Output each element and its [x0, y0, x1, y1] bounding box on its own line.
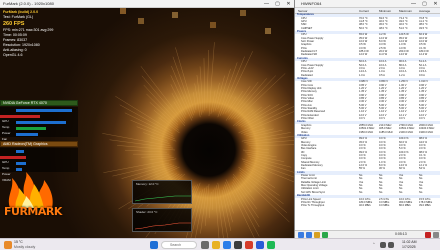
hwinfo-title: HWiNFO64: [301, 1, 322, 6]
sensor-value: 39.0 MB/s: [419, 204, 431, 208]
edge-icon[interactable]: [223, 241, 231, 249]
furmark-fps: 260 FPS: [3, 21, 25, 27]
volume-icon[interactable]: [388, 242, 394, 248]
sensor-row[interactable]: PCIe Tx Throughput 40.0 MB/s 0.0 MB/s 80.0 …: [295, 205, 440, 208]
furmark-title-bar[interactable]: FurMark (2.0.0) - 1920x1080 — ▢ ✕: [0, 0, 294, 8]
furmark-test-name: Test: FurMark (GL): [3, 15, 34, 19]
graph-label: Shader: 23.0 °C: [136, 210, 158, 214]
start-icon[interactable]: [150, 241, 158, 249]
furmark-minimize-button[interactable]: —: [261, 0, 272, 8]
gpu1-vram-bar: [16, 133, 38, 136]
network-icon[interactable]: [380, 242, 386, 248]
gpu1-fan-bar: [16, 127, 46, 130]
sensor-value: 40.0 MB/s: [359, 204, 371, 208]
hwinfo-maximize-button[interactable]: ▢: [419, 0, 430, 8]
gpu1-header[interactable]: NVIDIA GeForce RTX 4070: [0, 100, 78, 106]
furmark-close-button[interactable]: ✕: [283, 0, 294, 8]
sensor-value: 80.0 MB/s: [399, 204, 411, 208]
column-current[interactable]: Current: [359, 9, 369, 13]
file-explorer-icon[interactable]: [212, 241, 220, 249]
column-maximum[interactable]: Maximum: [399, 9, 412, 13]
gpu2-usage-bar: [16, 150, 24, 153]
column-minimum[interactable]: Minimum: [379, 9, 391, 13]
hwinfo-taskbar-icon[interactable]: [256, 241, 264, 249]
search-box[interactable]: Search: [161, 241, 197, 249]
furmark-window: FurMark (2.0.0) - 1920x1080 — ▢ ✕ FurMar…: [0, 0, 294, 238]
furmark-title: FurMark (2.0.0) - 1920x1080: [3, 1, 54, 6]
memory-temp-graph: Memory: 12.0 °C: [132, 180, 192, 204]
hwinfo-close-button[interactable]: ✕: [430, 0, 440, 8]
gpu1-panel: GPU Temp Power Fan VRAM: [0, 107, 78, 147]
hwinfo-footer: 0:05:13: [295, 230, 440, 238]
tray-chevron-icon[interactable]: ^: [373, 242, 375, 247]
sensor-name: PCIe Tx Throughput: [301, 204, 325, 208]
task-view-icon[interactable]: [201, 241, 209, 249]
gpu1-temp-bar: [0, 115, 40, 119]
hwinfo-elapsed-time: 0:05:13: [395, 232, 407, 236]
gpu1-power-bar: [16, 121, 66, 124]
furmark-logo-text: FURMARK: [4, 205, 62, 218]
weather-temp[interactable]: 15 °C: [14, 240, 23, 245]
furmark-maximize-button[interactable]: ▢: [272, 0, 283, 8]
app-icon[interactable]: [267, 241, 275, 249]
furmark-stats-overlay: FurMark (build) 2.0.0 Test: FurMark (GL)…: [0, 8, 68, 66]
weather-desc[interactable]: Mostly cloudy: [14, 245, 35, 250]
flame-icon: [8, 172, 53, 208]
shader-temp-graph: Shader: 23.0 °C: [132, 208, 192, 232]
gpu1-name: NVIDIA GeForce RTX 4070: [3, 101, 47, 105]
graph-label: Memory: 12.0 °C: [136, 182, 159, 186]
sensor-value: 0.0 MB/s: [379, 204, 390, 208]
gpu2-header[interactable]: AMD Radeon(TM) Graphics: [0, 141, 78, 147]
clock-time[interactable]: 11:02 AM: [402, 240, 417, 245]
clock-date[interactable]: 1/7/2025: [402, 245, 416, 250]
gpu1-usage-bar: [16, 109, 72, 112]
furmark-taskbar-icon[interactable]: [245, 241, 253, 249]
search-placeholder: Search: [170, 243, 182, 247]
taskbar: 15 °C Mostly cloudy Search ^ 11:02 AM 1/…: [0, 238, 440, 250]
column-average[interactable]: Average: [419, 9, 430, 13]
gpu2-power-bar: [16, 162, 26, 165]
gpu2-temp-bar: [0, 156, 26, 160]
hwinfo-minimize-button[interactable]: —: [408, 0, 419, 8]
gpu2-name: AMD Radeon(TM) Graphics: [3, 142, 48, 146]
gpu2-vram-bar: [16, 168, 22, 171]
weather-icon[interactable]: [4, 241, 12, 249]
gpu2-panel: GPU Temp Power VRAM: [0, 148, 78, 182]
hwinfo-title-bar[interactable]: HWiNFO64 — ▢ ✕: [295, 0, 440, 8]
furmark-logo: FURMARK: [4, 172, 62, 220]
furmark-stat-line: OpenGL 4.6: [3, 53, 23, 57]
hwinfo-window: HWiNFO64 — ▢ ✕ Sensor Current Minimum Ma…: [294, 0, 440, 238]
store-icon[interactable]: [234, 241, 242, 249]
